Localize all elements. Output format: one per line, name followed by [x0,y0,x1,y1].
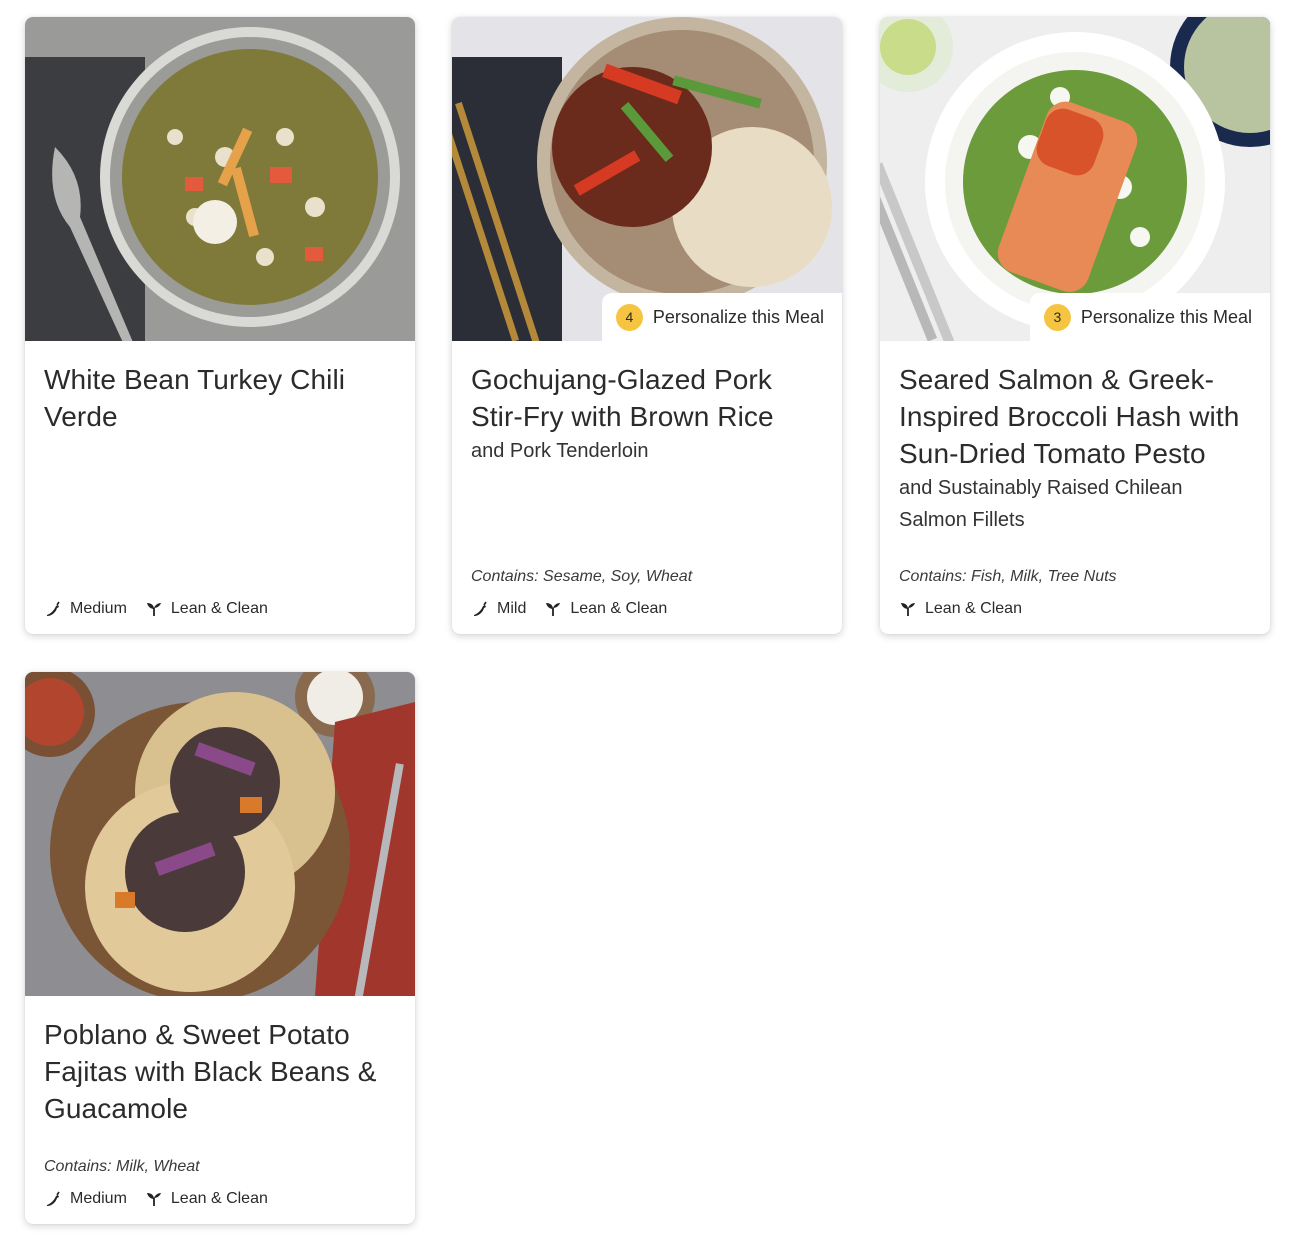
meal-tags: Medium Lean & Clean [44,600,396,618]
meal-tags: Mild Lean & Clean [471,600,823,618]
allergen-info: Contains: Fish, Milk, Tree Nuts [899,568,1117,585]
card-body: White Bean Turkey Chili Verde Medium Lea… [25,341,415,634]
pepper-icon [47,1191,60,1206]
meal-grid: White Bean Turkey Chili Verde Medium Lea… [0,0,1316,1258]
meal-card[interactable]: Poblano & Sweet Potato Fajitas with Blac… [25,672,415,1224]
card-footer: Contains: Sesame, Soy, Wheat Mild Lean &… [471,568,823,618]
meal-photo-chili[interactable] [25,17,415,341]
personalize-count-badge: 4 [615,303,643,331]
diet-tag: Lean & Clean [145,600,268,618]
personalize-button[interactable]: 4 Personalize this Meal [601,293,842,341]
spice-tag: Mild [471,600,526,618]
personalize-label: Personalize this Meal [652,306,824,327]
spice-tag: Medium [44,600,127,618]
diet-label: Lean & Clean [170,1190,268,1207]
meal-card[interactable]: 4 Personalize this Meal Gochujang-Glazed… [452,17,842,634]
sprout-icon [901,603,915,616]
diet-tag: Lean & Clean [899,600,1022,618]
allergen-info: Contains: Milk, Wheat [44,1158,200,1175]
meal-photo-salmon[interactable]: 3 Personalize this Meal [880,17,1270,341]
diet-tag: Lean & Clean [145,1190,268,1208]
card-body: Gochujang-Glazed Pork Stir-Fry with Brow… [452,341,842,634]
card-footer: Medium Lean & Clean [44,600,396,618]
spice-label: Medium [70,1190,127,1207]
meal-tags: Lean & Clean [899,600,1251,618]
meal-title[interactable]: Gochujang-Glazed Pork Stir-Fry with Brow… [471,361,823,435]
sprout-icon [546,603,561,616]
spice-label: Medium [70,600,127,617]
diet-tag: Lean & Clean [544,600,667,618]
pepper-icon [47,601,60,616]
personalize-count-badge: 3 [1043,303,1071,331]
pepper-icon [474,601,487,616]
card-body: Seared Salmon & Greek-Inspired Broccoli … [880,341,1270,634]
meal-subtitle: and Pork Tenderloin [471,440,649,462]
meal-card[interactable]: 3 Personalize this Meal Seared Salmon & … [880,17,1270,634]
meal-title[interactable]: Poblano & Sweet Potato Fajitas with Blac… [44,1016,396,1127]
meal-photo-stir-fry[interactable]: 4 Personalize this Meal [452,17,842,341]
meal-title[interactable]: Seared Salmon & Greek-Inspired Broccoli … [899,361,1251,472]
spice-label: Mild [497,600,527,617]
meal-card[interactable]: White Bean Turkey Chili Verde Medium Lea… [25,17,415,634]
card-footer: Contains: Milk, Wheat Medium Lean & Clea… [44,1158,396,1208]
meal-tags: Medium Lean & Clean [44,1190,396,1208]
meal-title[interactable]: White Bean Turkey Chili Verde [44,361,396,435]
diet-label: Lean & Clean [570,600,668,617]
personalize-button[interactable]: 3 Personalize this Meal [1029,293,1270,341]
personalize-label: Personalize this Meal [1080,306,1252,327]
diet-label: Lean & Clean [170,600,268,617]
meal-photo-fajitas[interactable] [25,672,415,996]
card-footer: Contains: Fish, Milk, Tree Nuts Lean & C… [899,568,1251,618]
diet-label: Lean & Clean [925,600,1022,617]
allergen-info: Contains: Sesame, Soy, Wheat [471,568,693,585]
sprout-icon [146,603,161,616]
meal-subtitle: and Sustainably Raised Chilean Salmon Fi… [899,477,1183,531]
spice-tag: Medium [44,1190,127,1208]
sprout-icon [146,1193,161,1206]
card-body: Poblano & Sweet Potato Fajitas with Blac… [25,996,415,1224]
